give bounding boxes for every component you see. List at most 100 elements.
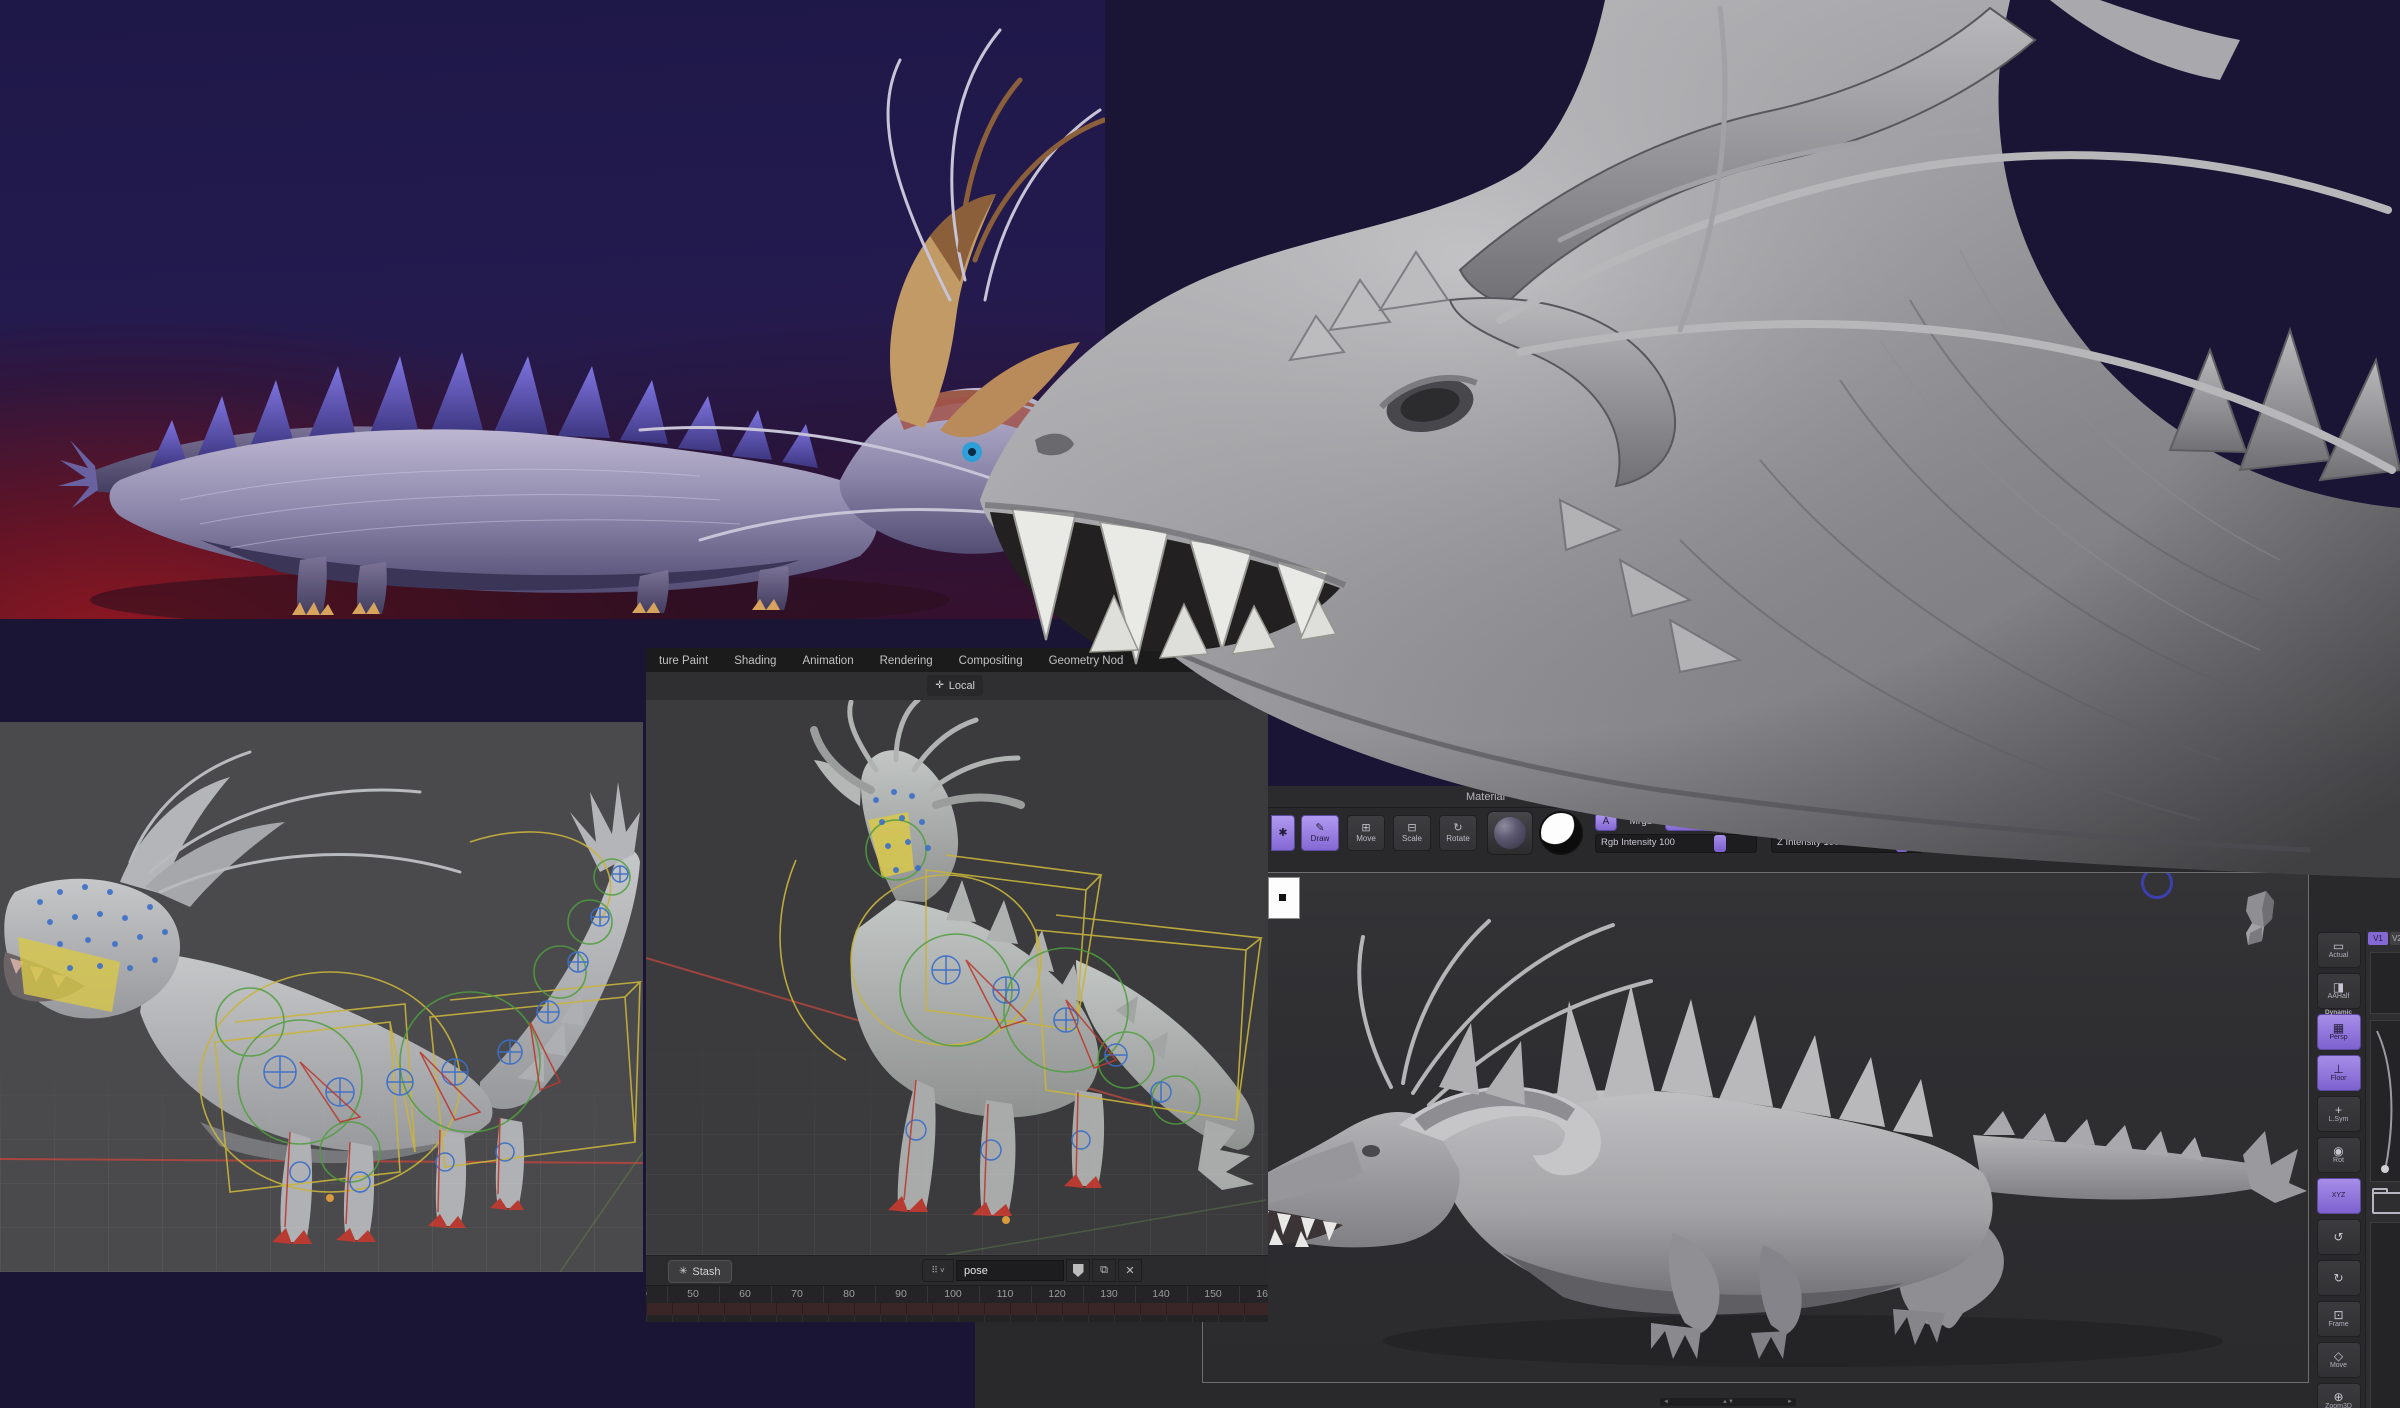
mrgb-button[interactable]: Mrgb xyxy=(1621,814,1661,830)
frame-tick: 110 xyxy=(979,1286,1031,1303)
shelf-button-icon: + xyxy=(2335,1104,2342,1116)
zbrush-menu-item[interactable]: Zplugin xyxy=(2040,791,2098,803)
zbrush-menu-item[interactable]: Picker xyxy=(1567,791,1620,803)
zbrush-menu-item[interactable]: Render xyxy=(1701,791,1759,803)
draw-icon: ✎ xyxy=(1315,823,1324,834)
rotate-mode-button[interactable]: ↻ Rotate xyxy=(1439,815,1477,851)
scale-mode-button[interactable]: ⊟ Scale xyxy=(1393,815,1431,851)
frame-tick: 90 xyxy=(875,1286,927,1303)
shelf-button-icon: ⊕ xyxy=(2333,1391,2343,1403)
dots-stroke-icon[interactable]: ◠ D xyxy=(2186,817,2218,849)
draw-size-slider[interactable]: Draw Size 21.62277 xyxy=(1977,835,2137,854)
blender-rig-viewport-panel[interactable] xyxy=(0,722,643,1272)
tray-curve-panel[interactable] xyxy=(2370,1020,2400,1182)
workspace-tab[interactable]: Geometry Nod xyxy=(1036,651,1137,672)
shelf-button-icon: ⊥ xyxy=(2333,1063,2343,1075)
rgb-intensity-thumb[interactable] xyxy=(1714,835,1726,852)
pose-viewport[interactable] xyxy=(646,700,1268,1255)
shelf-button-icon: ◇ xyxy=(2334,1350,2343,1362)
zbrush-menu-item[interactable]: Transform xyxy=(1969,791,2041,803)
workspace-tab[interactable]: Compositing xyxy=(946,651,1036,672)
m-button[interactable]: M xyxy=(1723,814,1741,830)
rotate-icon: ↻ xyxy=(1453,823,1462,834)
dots-glyph: ◠ xyxy=(2192,822,2203,838)
shelf-spin-left[interactable]: ↺ xyxy=(2317,1219,2361,1255)
action-name-field[interactable]: pose xyxy=(956,1260,1064,1281)
shelf-button-icon: ↺ xyxy=(2333,1231,2343,1243)
tray-thumbnail[interactable] xyxy=(2370,952,2400,1014)
shelf-xyz[interactable]: XYZ xyxy=(2317,1178,2361,1214)
draw-size-thumb[interactable] xyxy=(2004,836,2016,853)
final-render-panel xyxy=(0,0,1105,619)
new-action-copy-button[interactable]: ⧉ xyxy=(1092,1259,1116,1282)
zbrush-menu-item[interactable]: Material xyxy=(1455,791,1516,803)
draw-mode-button[interactable]: ✎ Draw xyxy=(1301,815,1339,851)
zbrush-menu-item[interactable]: Preferences xyxy=(1620,791,1701,803)
shelf-floor[interactable]: ⊥ Floor xyxy=(2317,1055,2361,1091)
a-button[interactable]: A xyxy=(1595,813,1617,831)
shelf-aahalf[interactable]: ◨ AAHalf xyxy=(2317,973,2361,1009)
shelf-frame[interactable]: ⊡ Frame xyxy=(2317,1301,2361,1337)
folder-icon[interactable] xyxy=(2372,1192,2400,1214)
zbrush-menu-item[interactable]: Tool xyxy=(1926,791,1968,803)
focal-shift-thumb[interactable] xyxy=(2042,827,2054,834)
shelf-persp[interactable]: ▦ Persp xyxy=(2317,1014,2361,1050)
timeline-keyframe-band[interactable] xyxy=(646,1303,1268,1315)
color-swatch[interactable] xyxy=(1268,877,1300,919)
action-browse-button[interactable]: ⠿˅ xyxy=(922,1259,954,1282)
zbrush-menu-item[interactable]: Stencil xyxy=(1759,791,1814,803)
camera-head-icon xyxy=(2238,889,2280,947)
zbrush-right-tray: V1 V2 List AllNew FoRenamAll LowAll To xyxy=(2365,930,2400,1408)
material-preview-button[interactable] xyxy=(1487,811,1533,855)
zbrush-menu-item[interactable]: Zscript xyxy=(2098,791,2153,803)
workspace-tab[interactable]: ture Paint xyxy=(646,651,721,672)
focal-shift-slider[interactable]: Focal Shift -55 xyxy=(1977,813,2137,832)
z-intensity-slider[interactable]: Z Intensity 100 xyxy=(1771,834,1923,853)
zbrush-menu-item[interactable]: Help xyxy=(2153,791,2198,803)
z-intensity-thumb[interactable] xyxy=(1896,835,1908,852)
timeline-ruler[interactable]: 405060708090100110120130140150160 xyxy=(646,1285,1268,1304)
frame-tick: 80 xyxy=(823,1286,875,1303)
tray-tab-v2[interactable]: V2 xyxy=(2390,932,2400,945)
canvas-scrollbar[interactable]: ◄▲▼► xyxy=(1660,1398,1796,1406)
rgb-intensity-slider[interactable]: Rgb Intensity 100 xyxy=(1595,834,1757,853)
tray-tab-v1[interactable]: V1 xyxy=(2368,932,2388,945)
rgb-button[interactable]: Rgb xyxy=(1665,813,1719,831)
zbrush-menu-item[interactable]: Stroke xyxy=(1814,791,1868,803)
zadd-button[interactable]: Zadd xyxy=(1771,813,1817,831)
frame-tick: 40 xyxy=(646,1286,667,1303)
transform-orientation-dropdown[interactable]: ✛ Local xyxy=(927,675,983,696)
collage-stage: MaterialMoviePickerPreferencesRenderSten… xyxy=(0,0,2400,1408)
shelf-button-icon: ▭ xyxy=(2333,940,2344,952)
fake-user-shield-button[interactable] xyxy=(1066,1259,1090,1282)
stroke-curve-icon[interactable]: ◠ S xyxy=(1937,817,1969,849)
frame-tick: 150 xyxy=(1187,1286,1239,1303)
shelf-spin-right[interactable]: ↻ xyxy=(2317,1260,2361,1296)
zbrush-menu-item[interactable]: Texture xyxy=(1868,791,1926,803)
stash-button[interactable]: ✳ Stash xyxy=(668,1260,732,1283)
shelf-rot-lock[interactable]: ◉ Rot xyxy=(2317,1137,2361,1173)
workspace-tab[interactable]: Shading xyxy=(721,651,789,672)
workspace-tab[interactable]: Animation xyxy=(789,651,866,672)
current-brush-button[interactable] xyxy=(1539,811,1583,855)
blender-animation-panel: ture PaintShadingAnimationRenderingCompo… xyxy=(646,648,1268,1322)
stash-icon: ✳ xyxy=(679,1266,687,1277)
edit-button[interactable]: ✱ xyxy=(1271,815,1295,851)
orientation-icon: ✛ xyxy=(935,680,943,691)
shelf-lsym[interactable]: + L.Sym xyxy=(2317,1096,2361,1132)
shelf-actual[interactable]: ▭ Actual xyxy=(2317,932,2361,968)
workspace-tab[interactable]: Rendering xyxy=(867,651,946,672)
zsub-button[interactable]: Zsub xyxy=(1823,814,1859,830)
zbrush-menu-item[interactable]: Movie xyxy=(1516,791,1567,803)
frame-tick: 100 xyxy=(927,1286,979,1303)
shelf-zoom3d[interactable]: ⊕ Zoom3D xyxy=(2317,1383,2361,1408)
workspace-tabs: ture PaintShadingAnimationRenderingCompo… xyxy=(646,648,1268,672)
unlink-action-button[interactable]: ✕ xyxy=(1118,1259,1142,1282)
zbrush-canvas[interactable] xyxy=(1202,872,2309,1383)
dopesheet-header: ✳ Stash ⠿˅ pose ⧉ ✕ xyxy=(646,1255,1268,1286)
move-mode-button[interactable]: ⊞ Move xyxy=(1347,815,1385,851)
zcut-button[interactable]: Zcut xyxy=(1865,814,1895,830)
shelf-move[interactable]: ◇ Move xyxy=(2317,1342,2361,1378)
tray-subtool-list[interactable] xyxy=(2370,1222,2400,1408)
viewport-header: ✛ Local xyxy=(646,672,1268,701)
